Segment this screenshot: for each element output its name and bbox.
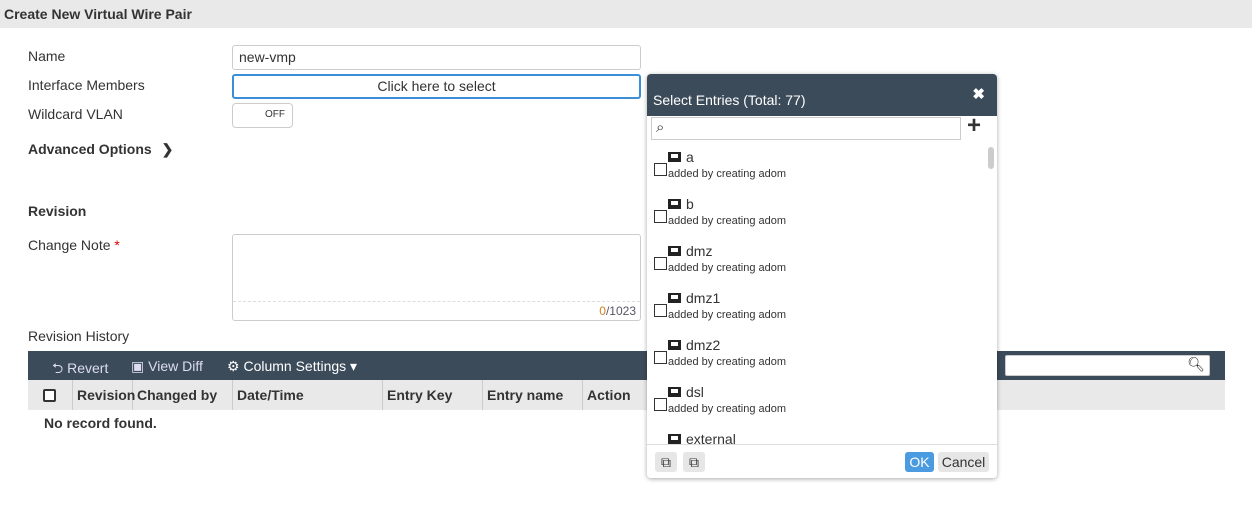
wildcard-vlan-toggle[interactable]: OFF xyxy=(232,103,293,128)
checkbox[interactable] xyxy=(654,304,667,317)
col-action[interactable]: Action xyxy=(583,380,653,410)
wildcard-vlan-label: Wildcard VLAN xyxy=(28,106,123,122)
name-label: Name xyxy=(28,48,66,64)
checkbox[interactable] xyxy=(654,163,667,176)
select-all-checkbox[interactable] xyxy=(28,380,73,410)
revision-history-label: Revision History xyxy=(28,328,130,344)
col-entry-name[interactable]: Entry name xyxy=(483,380,583,410)
list-item[interactable]: b added by creating adom xyxy=(647,196,982,246)
dialog-header: Select Entries (Total: 77) ✖ xyxy=(647,74,997,116)
select-all-icon[interactable]: ⧉ xyxy=(655,452,677,472)
entries-list: a added by creating adom b added by creati… xyxy=(647,146,997,444)
page-title: Create New Virtual Wire Pair xyxy=(0,0,1252,28)
change-note-textarea[interactable]: 0/1023 xyxy=(232,234,641,321)
col-entry-key[interactable]: Entry Key xyxy=(383,380,483,410)
advanced-options-label: Advanced Options xyxy=(28,141,152,157)
list-item[interactable]: dmz added by creating adom xyxy=(647,243,982,293)
table-header: Revision Changed by Date/Time Entry Key … xyxy=(28,380,1225,410)
change-note-label: Change Note * xyxy=(28,237,120,253)
deselect-all-icon[interactable]: ⧉ xyxy=(683,452,705,472)
gear-icon: ⚙ xyxy=(227,358,240,374)
checkbox[interactable] xyxy=(654,351,667,364)
checkbox[interactable] xyxy=(654,257,667,270)
interface-members-select[interactable]: Click here to select xyxy=(232,74,641,99)
diff-icon: ▣ xyxy=(131,358,145,374)
interface-icon xyxy=(668,246,681,256)
close-icon[interactable]: ✖ xyxy=(972,85,985,103)
search-icon: 🔍︎ xyxy=(1187,356,1205,372)
change-note-text: Change Note xyxy=(28,237,111,253)
history-search-input[interactable]: 🔍︎ xyxy=(1005,355,1210,376)
revision-toolbar: ⮌ Revert ▣ View Diff ⚙ Column Settings ▾… xyxy=(28,351,1225,380)
chevron-right-icon: ❯ xyxy=(161,141,174,157)
interface-icon xyxy=(668,152,681,162)
revert-button[interactable]: ⮌ Revert xyxy=(52,358,108,382)
search-icon: ⌕ xyxy=(656,119,665,136)
view-diff-button[interactable]: ▣ View Diff xyxy=(131,358,203,375)
name-input[interactable]: new-vmp xyxy=(232,45,641,70)
scrollbar[interactable] xyxy=(988,147,994,169)
required-mark: * xyxy=(114,237,120,253)
interface-members-label: Interface Members xyxy=(28,77,145,93)
revision-heading: Revision xyxy=(28,203,87,219)
entries-search-input[interactable]: ⌕ xyxy=(651,117,961,140)
list-item[interactable]: a added by creating adom xyxy=(647,149,982,199)
column-settings-button[interactable]: ⚙ Column Settings ▾ xyxy=(227,358,357,375)
interface-icon xyxy=(668,199,681,209)
advanced-options-toggle[interactable]: Advanced Options ❯ xyxy=(28,141,173,158)
list-item[interactable]: dmz2 added by creating adom xyxy=(647,337,982,387)
char-counter: 0/1023 xyxy=(599,304,636,318)
col-date-time[interactable]: Date/Time xyxy=(233,380,383,410)
list-item[interactable]: dmz1 added by creating adom xyxy=(647,290,982,340)
list-item[interactable]: external xyxy=(647,431,982,444)
ok-button[interactable]: OK xyxy=(905,452,934,472)
interface-icon xyxy=(668,340,681,350)
col-changed-by[interactable]: Changed by xyxy=(133,380,233,410)
interface-icon xyxy=(668,293,681,303)
col-revision[interactable]: Revision xyxy=(73,380,135,410)
dialog-footer: ⧉ ⧉ OK Cancel xyxy=(647,444,997,478)
interface-icon xyxy=(668,387,681,397)
checkbox[interactable] xyxy=(654,210,667,223)
checkbox[interactable] xyxy=(654,398,667,411)
add-icon[interactable]: + xyxy=(967,112,981,140)
list-item[interactable]: dsl added by creating adom xyxy=(647,384,982,434)
cancel-button[interactable]: Cancel xyxy=(938,452,989,472)
select-entries-dialog: Select Entries (Total: 77) ✖ ⌕ + a added … xyxy=(647,74,997,478)
toggle-state: OFF xyxy=(265,109,285,120)
interface-icon xyxy=(668,434,681,444)
empty-message: No record found. xyxy=(44,415,157,431)
dialog-title: Select Entries (Total: 77) xyxy=(653,92,806,108)
